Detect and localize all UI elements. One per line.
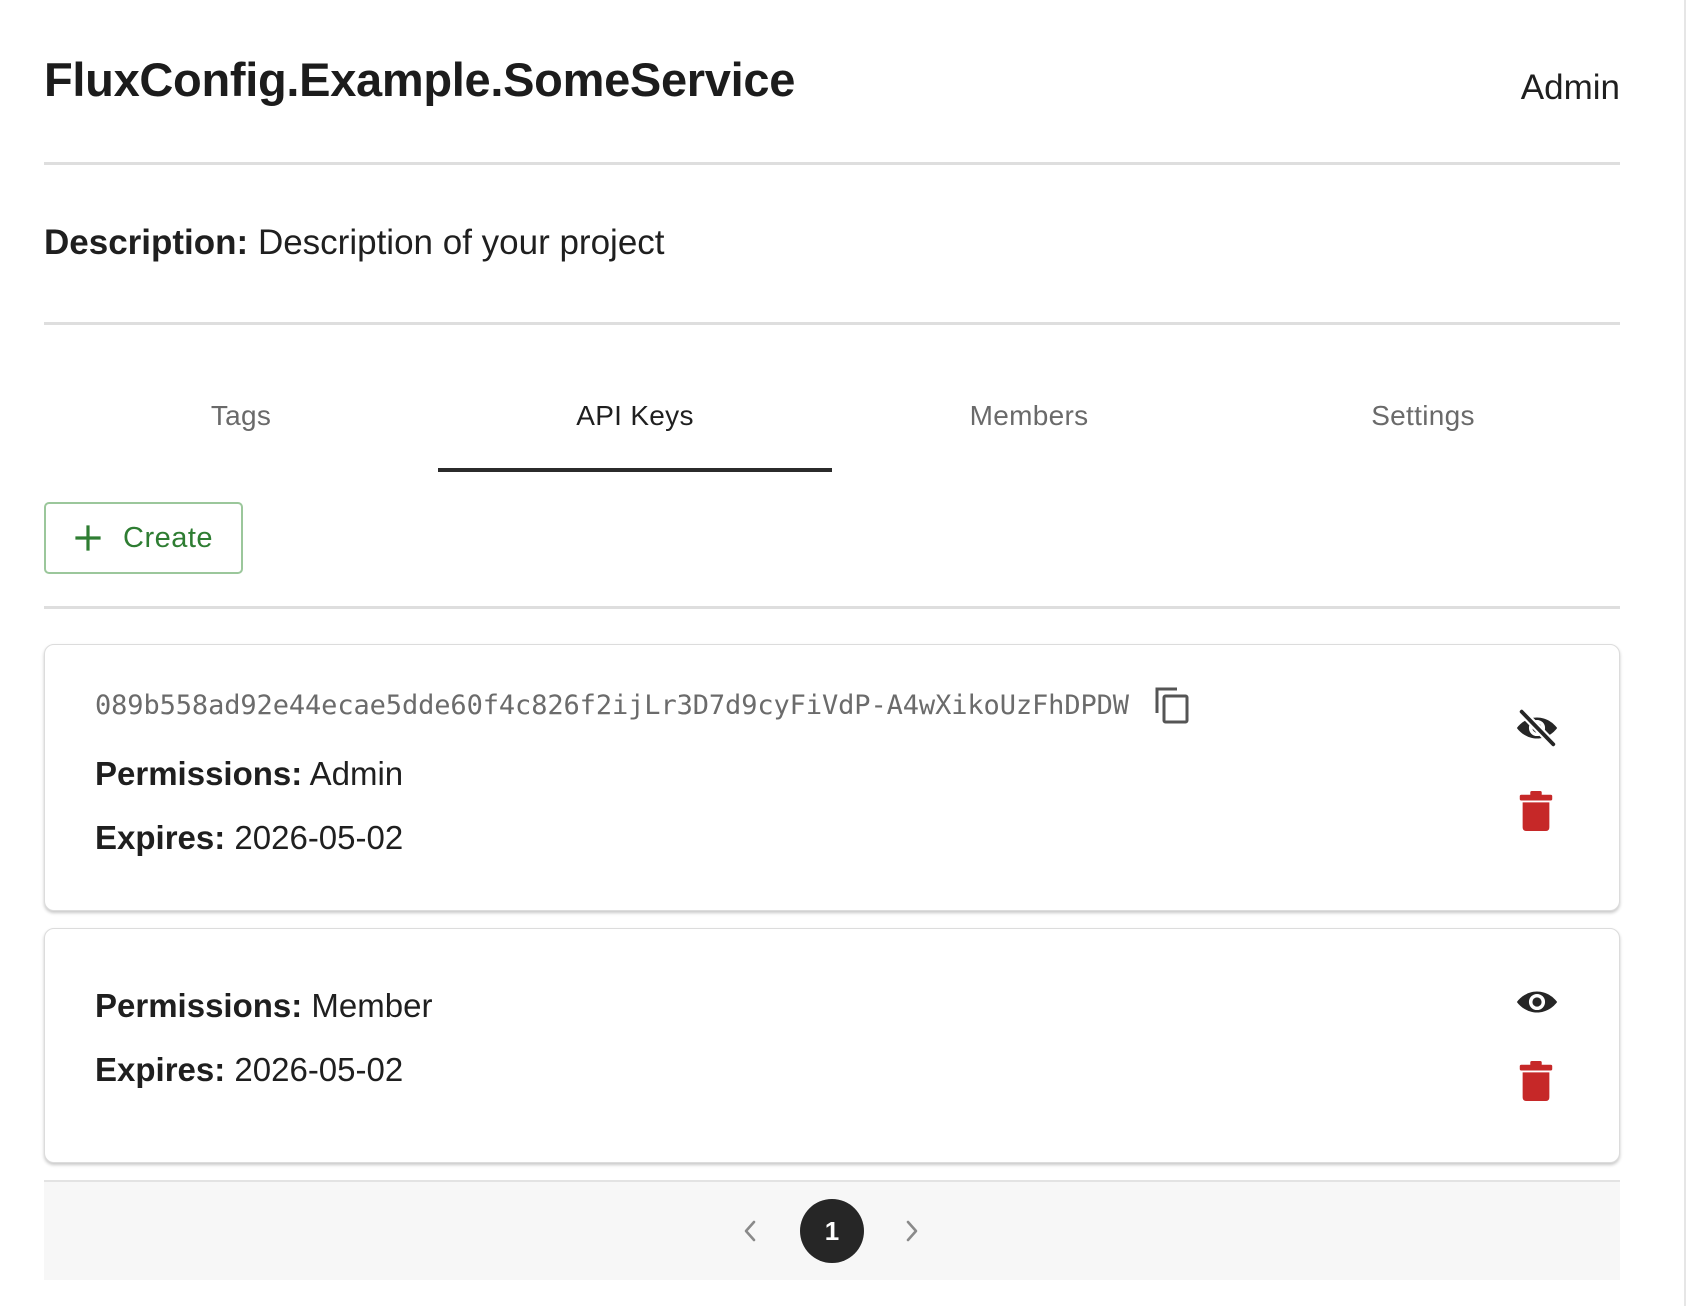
trash-icon[interactable] bbox=[1516, 1060, 1556, 1102]
page-button-current[interactable]: 1 bbox=[800, 1199, 864, 1263]
trash-icon[interactable] bbox=[1516, 790, 1556, 832]
chevron-left-icon[interactable] bbox=[738, 1214, 762, 1248]
description-label: Description: bbox=[44, 223, 249, 262]
user-role-label: Admin bbox=[1520, 68, 1620, 107]
description-value: Description of your project bbox=[257, 223, 665, 262]
tab-tags[interactable]: Tags bbox=[44, 372, 438, 472]
tab-label: API Keys bbox=[576, 400, 694, 431]
plus-icon bbox=[75, 525, 101, 551]
eye-off-icon[interactable] bbox=[1514, 705, 1560, 751]
copy-icon[interactable] bbox=[1153, 685, 1191, 725]
eye-icon[interactable] bbox=[1514, 979, 1560, 1025]
tab-label: Tags bbox=[210, 400, 272, 431]
expires-field: Expires: 2026-05-02 bbox=[95, 1051, 403, 1089]
tab-label: Settings bbox=[1371, 400, 1475, 431]
tab-members[interactable]: Members bbox=[832, 372, 1226, 472]
page-header: FluxConfig.Example.SomeService Admin bbox=[44, 0, 1620, 165]
page-title: FluxConfig.Example.SomeService bbox=[44, 53, 796, 106]
expires-label: Expires: bbox=[95, 819, 226, 856]
chevron-right-icon[interactable] bbox=[900, 1214, 924, 1248]
description-text: Description: Description of your project bbox=[44, 223, 665, 263]
tab-bar: Tags API Keys Members Settings bbox=[44, 372, 1620, 472]
permissions-label: Permissions: bbox=[95, 987, 303, 1024]
tab-label: Members bbox=[969, 400, 1089, 431]
expires-field: Expires: 2026-05-02 bbox=[95, 819, 403, 857]
list-divider bbox=[44, 606, 1620, 609]
permissions-value: Member bbox=[311, 987, 433, 1024]
api-key-value: 089b558ad92e44ecae5dde60f4c826f2ijLr3D7d… bbox=[95, 689, 1129, 721]
expires-label: Expires: bbox=[95, 1051, 226, 1088]
expires-value: 2026-05-02 bbox=[234, 1051, 404, 1088]
permissions-value: Admin bbox=[309, 755, 404, 792]
permissions-label: Permissions: bbox=[95, 755, 303, 792]
api-key-card: Permissions: Member Expires: 2026-05-02 bbox=[44, 928, 1620, 1163]
project-description: Description: Description of your project bbox=[44, 165, 1620, 325]
tab-settings[interactable]: Settings bbox=[1226, 372, 1620, 472]
api-key-card: 089b558ad92e44ecae5dde60f4c826f2ijLr3D7d… bbox=[44, 644, 1620, 911]
expires-value: 2026-05-02 bbox=[234, 819, 404, 856]
permissions-field: Permissions: Admin bbox=[95, 755, 403, 793]
permissions-field: Permissions: Member bbox=[95, 987, 432, 1025]
api-key-row: 089b558ad92e44ecae5dde60f4c826f2ijLr3D7d… bbox=[95, 685, 1191, 725]
tab-api-keys[interactable]: API Keys bbox=[438, 372, 832, 472]
page-number: 1 bbox=[824, 1215, 840, 1246]
create-api-key-button[interactable]: Create bbox=[44, 502, 243, 574]
create-button-label: Create bbox=[123, 521, 214, 554]
pagination: 1 bbox=[44, 1180, 1620, 1280]
